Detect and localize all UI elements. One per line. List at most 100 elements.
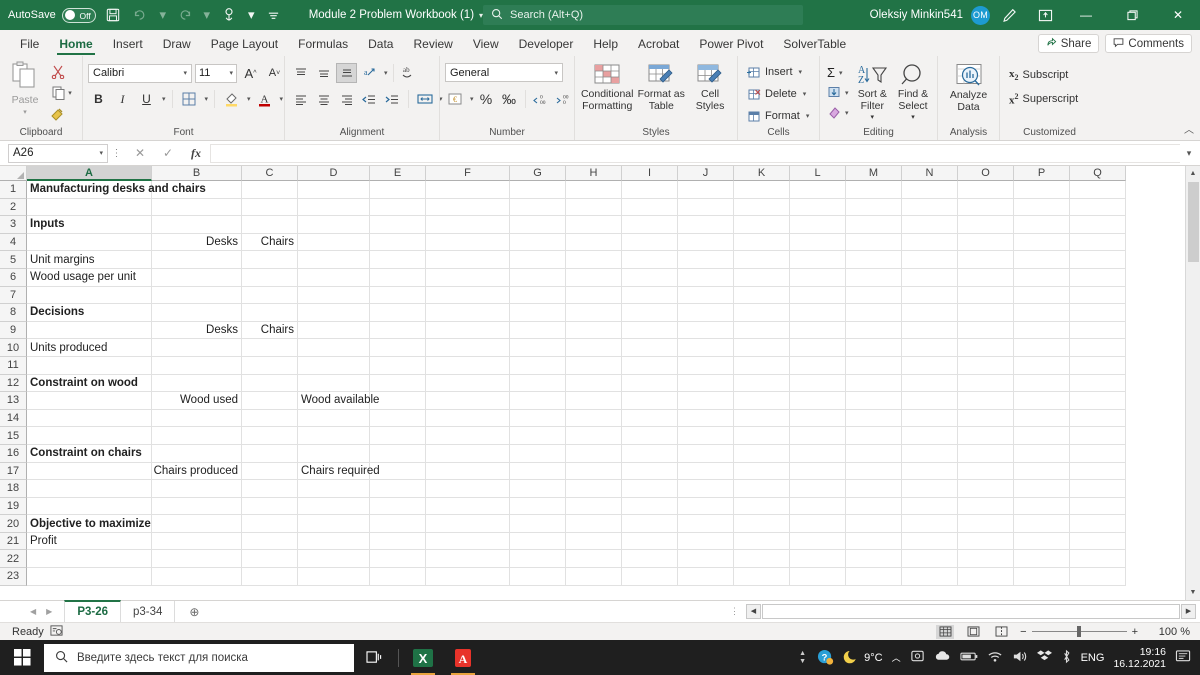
cell-E12[interactable] <box>370 374 426 393</box>
cell-D17[interactable]: Chairs required <box>298 462 380 481</box>
scroll-left-icon[interactable]: ◀ <box>746 603 761 619</box>
show-hidden-icons-icon[interactable]: ︿ <box>892 651 901 664</box>
cell-O12[interactable] <box>958 374 1014 393</box>
cell-P5[interactable] <box>1014 251 1070 269</box>
cell-J22[interactable] <box>678 550 734 569</box>
cell-D12[interactable] <box>298 374 370 393</box>
cancel-icon[interactable]: ✕ <box>126 146 154 160</box>
cut-icon[interactable] <box>47 62 68 82</box>
cell-K19[interactable] <box>734 497 790 516</box>
cell-A6[interactable]: Wood usage per unit <box>27 268 152 287</box>
cell-E10[interactable] <box>370 339 426 357</box>
cell-C3[interactable] <box>242 216 298 234</box>
cell-H12[interactable] <box>566 374 622 393</box>
subscript-button[interactable]: x2 Subscript <box>1005 65 1072 85</box>
autosave-toggle[interactable]: Off <box>61 7 96 23</box>
cell-B22[interactable] <box>152 550 242 569</box>
cell-Q21[interactable] <box>1070 532 1126 551</box>
cell-F1[interactable] <box>426 181 510 199</box>
redo-icon[interactable] <box>174 4 196 26</box>
cell-G15[interactable] <box>510 427 566 445</box>
cell-J5[interactable] <box>678 251 734 269</box>
cell-B15[interactable] <box>152 427 242 445</box>
cell-I5[interactable] <box>622 251 678 269</box>
cell-O15[interactable] <box>958 427 1014 445</box>
cell-C11[interactable] <box>242 356 298 375</box>
cell-Q20[interactable] <box>1070 515 1126 533</box>
cell-A19[interactable] <box>27 497 152 516</box>
cell-O20[interactable] <box>958 515 1014 533</box>
cell-K22[interactable] <box>734 550 790 569</box>
cell-O8[interactable] <box>958 304 1014 322</box>
column-header-d[interactable]: D <box>298 166 370 181</box>
cell-I13[interactable] <box>622 392 678 410</box>
column-header-o[interactable]: O <box>958 166 1014 181</box>
column-header-a[interactable]: A <box>27 166 152 181</box>
align-center-icon[interactable] <box>313 89 334 109</box>
cell-O17[interactable] <box>958 462 1014 481</box>
cell-K21[interactable] <box>734 532 790 551</box>
column-header-j[interactable]: J <box>678 166 734 181</box>
percent-style-icon[interactable]: % <box>476 89 497 109</box>
cell-J10[interactable] <box>678 339 734 357</box>
cell-I14[interactable] <box>622 409 678 428</box>
cell-D15[interactable] <box>298 427 370 445</box>
cell-G6[interactable] <box>510 268 566 287</box>
cell-J9[interactable] <box>678 321 734 340</box>
cell-G4[interactable] <box>510 233 566 252</box>
cell-F21[interactable] <box>426 532 510 551</box>
cell-A12[interactable]: Constraint on wood <box>27 374 152 393</box>
cell-N17[interactable] <box>902 462 958 481</box>
cell-F12[interactable] <box>426 374 510 393</box>
cell-M11[interactable] <box>846 356 902 375</box>
cell-M22[interactable] <box>846 550 902 569</box>
cell-F23[interactable] <box>426 568 510 586</box>
cell-E20[interactable] <box>370 515 426 533</box>
weather-widget[interactable]: 9°C <box>843 648 883 668</box>
cell-K18[interactable] <box>734 480 790 498</box>
tab-power-pivot[interactable]: Power Pivot <box>689 34 773 56</box>
cell-N7[interactable] <box>902 286 958 305</box>
cell-I7[interactable] <box>622 286 678 305</box>
tab-acrobat[interactable]: Acrobat <box>628 34 689 56</box>
cell-D22[interactable] <box>298 550 370 569</box>
cell-J23[interactable] <box>678 568 734 586</box>
cell-P12[interactable] <box>1014 374 1070 393</box>
share-button[interactable]: Share <box>1037 34 1100 53</box>
cell-B14[interactable] <box>152 409 242 428</box>
cell-Q13[interactable] <box>1070 392 1126 410</box>
cell-G1[interactable] <box>510 181 566 199</box>
cell-G22[interactable] <box>510 550 566 569</box>
cell-H16[interactable] <box>566 444 622 463</box>
tab-draw[interactable]: Draw <box>153 34 201 56</box>
cell-G18[interactable] <box>510 480 566 498</box>
cell-E15[interactable] <box>370 427 426 445</box>
cell-Q19[interactable] <box>1070 497 1126 516</box>
cell-E9[interactable] <box>370 321 426 340</box>
page-break-preview-icon[interactable] <box>992 625 1010 639</box>
cell-K15[interactable] <box>734 427 790 445</box>
dropbox-icon[interactable] <box>1036 649 1052 666</box>
cell-H15[interactable] <box>566 427 622 445</box>
cell-C1[interactable] <box>242 181 298 199</box>
cell-J16[interactable] <box>678 444 734 463</box>
cell-K7[interactable] <box>734 286 790 305</box>
excel-taskbar-icon[interactable]: X <box>403 640 443 675</box>
cell-Q3[interactable] <box>1070 216 1126 234</box>
cell-O9[interactable] <box>958 321 1014 340</box>
cell-G5[interactable] <box>510 251 566 269</box>
cell-D1[interactable] <box>298 181 370 199</box>
row-header-11[interactable]: 11 <box>0 356 27 375</box>
cell-O7[interactable] <box>958 286 1014 305</box>
cell-I3[interactable] <box>622 216 678 234</box>
tab-home[interactable]: Home <box>49 34 102 56</box>
cell-F3[interactable] <box>426 216 510 234</box>
borders-icon[interactable] <box>179 89 200 109</box>
cell-A23[interactable] <box>27 568 152 586</box>
cell-P8[interactable] <box>1014 304 1070 322</box>
cell-I23[interactable] <box>622 568 678 586</box>
cell-L13[interactable] <box>790 392 846 410</box>
cell-D14[interactable] <box>298 409 370 428</box>
tab-page-layout[interactable]: Page Layout <box>201 34 288 56</box>
row-header-8[interactable]: 8 <box>0 304 27 322</box>
